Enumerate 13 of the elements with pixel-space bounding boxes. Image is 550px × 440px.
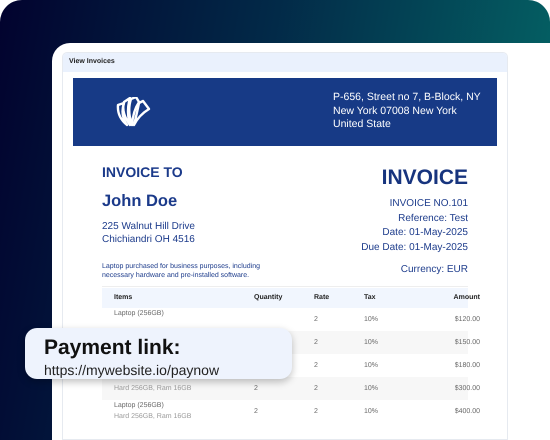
invoice-date: Date: 01-May-2025	[381, 226, 468, 240]
customer-address: 225 Walnut Hill Drive Chichiandri OH 4516	[102, 221, 196, 246]
logo-icon	[115, 96, 151, 126]
section-heading: INVOICE TO	[102, 162, 184, 182]
reference: Reference: Test	[397, 212, 468, 226]
due-date: Due Date: 01-May-2025	[361, 240, 468, 254]
payment-url: https://mywebsite.io/paynow	[44, 363, 220, 378]
customer-name: John Doe	[102, 190, 178, 212]
currency: Currency: EUR	[400, 263, 468, 277]
invoice-number: INVOICE NO.101	[388, 197, 468, 211]
invoice-title: INVOICE	[380, 164, 468, 190]
company-address: P-656, Street no 7, B-Block, NY New York 07008 New York United State	[333, 91, 482, 132]
callout-title: Payment link:	[44, 336, 182, 360]
